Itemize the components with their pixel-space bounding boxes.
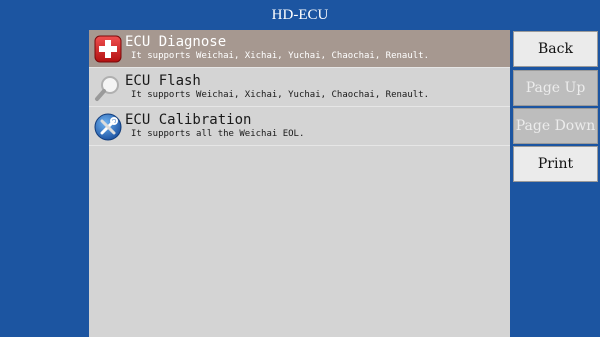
menu-item-ecu-calibration[interactable]: ECU Calibration It supports all the Weic… xyxy=(89,108,510,146)
red-cross-icon xyxy=(94,35,122,63)
print-button[interactable]: Print xyxy=(513,146,598,182)
back-button[interactable]: Back xyxy=(513,31,598,67)
menu-item-description: It supports all the Weichai EOL. xyxy=(131,129,305,139)
tools-icon xyxy=(94,113,122,141)
menu-item-title: ECU Flash xyxy=(125,73,201,89)
page-up-button[interactable]: Page Up xyxy=(513,70,598,106)
menu-item-description: It supports Weichai, Xichai, Yuchai, Cha… xyxy=(131,51,430,61)
menu-item-ecu-diagnose[interactable]: ECU Diagnose It supports Weichai, Xichai… xyxy=(89,30,510,68)
menu-item-description: It supports Weichai, Xichai, Yuchai, Cha… xyxy=(131,90,430,100)
page-down-button[interactable]: Page Down xyxy=(513,108,598,144)
menu-item-title: ECU Diagnose xyxy=(125,34,227,50)
menu-item-title: ECU Calibration xyxy=(125,112,252,128)
window-title: HD-ECU xyxy=(271,7,329,23)
menu-item-ecu-flash[interactable]: ECU Flash It supports Weichai, Xichai, Y… xyxy=(89,69,510,107)
menu-list: ECU Diagnose It supports Weichai, Xichai… xyxy=(89,30,510,337)
magnifier-icon xyxy=(94,74,122,102)
